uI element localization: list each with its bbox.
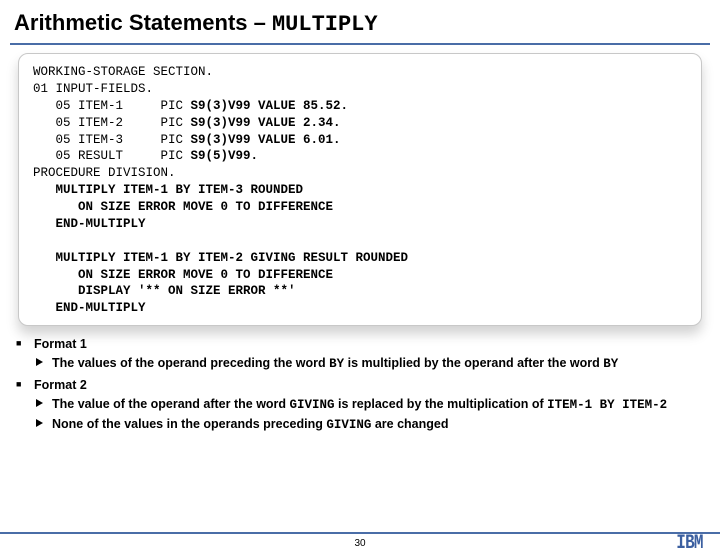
title-rule (10, 43, 710, 45)
text: is multiplied by the operand after the w… (344, 356, 603, 370)
code-line: 05 RESULT PIC (33, 149, 191, 163)
code-blank (33, 234, 41, 248)
ibm-logo: IBM (673, 532, 706, 555)
code-line: WORKING-STORAGE SECTION. (33, 65, 213, 79)
text: are changed (371, 417, 448, 431)
format-1-heading: Format 1 (16, 336, 704, 353)
code-listing: WORKING-STORAGE SECTION. 01 INPUT-FIELDS… (18, 53, 702, 326)
code-line-bold: MULTIPLY ITEM-1 BY ITEM-2 GIVING RESULT … (33, 251, 408, 265)
title-keyword: MULTIPLY (272, 12, 378, 37)
keyword-item-expr: ITEM-1 BY ITEM-2 (547, 398, 667, 412)
code-line-bold: END-MULTIPLY (33, 301, 146, 315)
footer: 30 IBM (0, 532, 720, 536)
text: The values of the operand preceding the … (52, 356, 329, 370)
format-2-heading: Format 2 (16, 377, 704, 394)
format-1-bullet: The values of the operand preceding the … (16, 355, 704, 373)
code-line: 05 ITEM-2 PIC (33, 116, 191, 130)
text: None of the values in the operands prece… (52, 417, 326, 431)
keyword-by: BY (329, 357, 344, 371)
code-line: 05 ITEM-3 PIC (33, 133, 191, 147)
notes-section: Format 1 The values of the operand prece… (16, 336, 704, 433)
code-line-bold: S9(3)V99 VALUE 6.01. (191, 133, 341, 147)
format-2-bullet-b: None of the values in the operands prece… (16, 416, 704, 434)
format-2-bullet-a: The value of the operand after the word … (16, 396, 704, 414)
page-title: Arithmetic Statements – MULTIPLY (0, 0, 720, 43)
code-line-bold: ON SIZE ERROR MOVE 0 TO DIFFERENCE (33, 200, 333, 214)
keyword-giving: GIVING (326, 418, 371, 432)
code-line-bold: MULTIPLY ITEM-1 BY ITEM-3 ROUNDED (33, 183, 303, 197)
text: The value of the operand after the word (52, 397, 290, 411)
code-line: 05 ITEM-1 PIC (33, 99, 191, 113)
title-prefix: Arithmetic Statements – (14, 10, 272, 35)
code-line: PROCEDURE DIVISION. (33, 166, 176, 180)
code-line-bold: ON SIZE ERROR MOVE 0 TO DIFFERENCE (33, 268, 333, 282)
code-line-bold: S9(5)V99. (191, 149, 259, 163)
text: is replaced by the multiplication of (335, 397, 548, 411)
code-line-bold: S9(3)V99 VALUE 2.34. (191, 116, 341, 130)
keyword-giving: GIVING (290, 398, 335, 412)
keyword-by: BY (603, 357, 618, 371)
code-line: 01 INPUT-FIELDS. (33, 82, 153, 96)
code-line-bold: DISPLAY '** ON SIZE ERROR **' (33, 284, 296, 298)
code-line-bold: END-MULTIPLY (33, 217, 146, 231)
code-line-bold: S9(3)V99 VALUE 85.52. (191, 99, 349, 113)
